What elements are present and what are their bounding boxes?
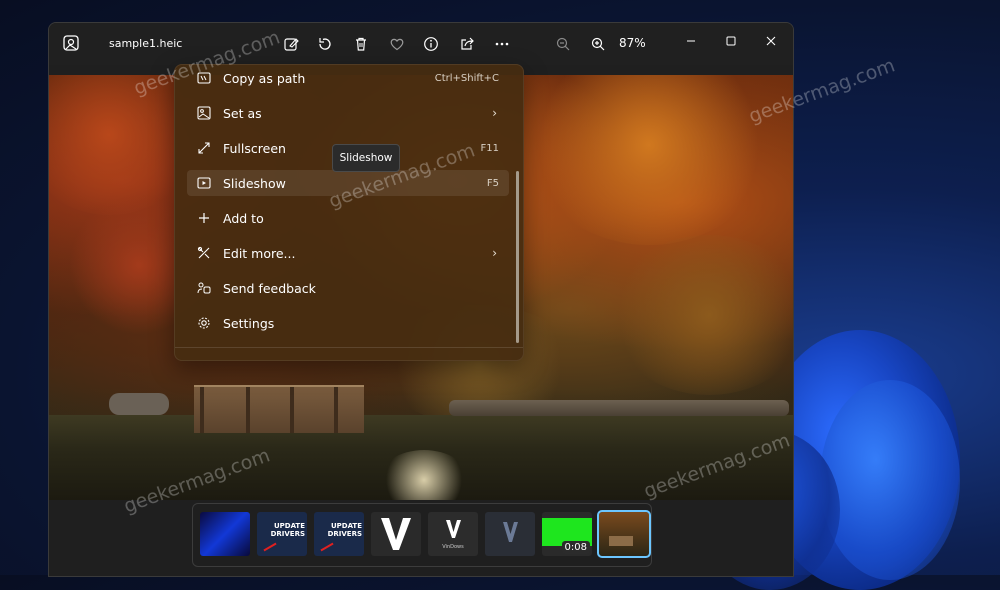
rotate-icon[interactable] — [313, 33, 337, 55]
shore-rocks — [109, 393, 169, 415]
fullscreen-icon — [195, 139, 213, 157]
edit-image-icon[interactable] — [279, 33, 303, 55]
filmstrip-thumb[interactable] — [200, 512, 250, 556]
slideshow-icon — [195, 174, 213, 192]
menu-item-label: Add to — [223, 210, 264, 226]
copy-path-icon — [195, 69, 213, 87]
context-menu: Copy as path Ctrl+Shift+C Set as › Fulls… — [174, 64, 524, 361]
filmstrip-thumb[interactable]: VinDows — [428, 512, 478, 556]
menu-item-send-feedback[interactable]: Send feedback — [187, 275, 509, 301]
filmstrip-thumb[interactable] — [485, 512, 535, 556]
tooltip: Slideshow — [332, 144, 400, 172]
v-logo-icon — [381, 518, 411, 550]
menu-scrollbar[interactable] — [516, 171, 519, 343]
menu-item-shortcut: F11 — [480, 142, 499, 154]
filmstrip: UPDATE DRIVERS UPDATE DRIVERS VinDows 0:… — [192, 503, 652, 567]
photos-app-icon — [61, 33, 81, 53]
menu-item-set-as[interactable]: Set as › — [187, 100, 509, 126]
desktop-wallpaper-bloom — [820, 380, 960, 580]
filmstrip-thumb-selected[interactable] — [597, 510, 651, 558]
wooden-dock — [194, 385, 364, 433]
zoom-in-icon[interactable] — [586, 33, 610, 55]
menu-item-label: Slideshow — [223, 175, 286, 191]
filmstrip-thumb[interactable]: UPDATE DRIVERS — [314, 512, 364, 556]
menu-item-label: Copy as path — [223, 70, 306, 86]
menu-item-copy-as-path[interactable]: Copy as path Ctrl+Shift+C — [187, 65, 509, 91]
filmstrip-thumb[interactable] — [371, 512, 421, 556]
chevron-right-icon: › — [492, 106, 497, 120]
gear-icon — [195, 314, 213, 332]
close-button[interactable] — [756, 29, 786, 53]
file-name: sample1.heic — [109, 37, 183, 50]
set-as-icon — [195, 104, 213, 122]
title-bar: sample1.heic 87% — [49, 23, 793, 65]
menu-item-label: Send feedback — [223, 280, 316, 296]
menu-item-slideshow[interactable]: Slideshow F5 — [187, 170, 509, 196]
share-icon[interactable] — [455, 33, 479, 55]
filmstrip-thumb-video[interactable]: 0:08 — [542, 512, 592, 556]
menu-item-edit-more[interactable]: Edit more... › — [187, 240, 509, 266]
shore-rocks — [449, 400, 789, 416]
menu-item-shortcut: F5 — [486, 177, 499, 189]
menu-item-label: Set as — [223, 105, 262, 121]
menu-item-shortcut: Ctrl+Shift+C — [434, 72, 499, 84]
filmstrip-thumb[interactable]: UPDATE DRIVERS — [257, 512, 307, 556]
menu-divider — [175, 347, 523, 348]
menu-item-label: Settings — [223, 315, 275, 331]
favorite-icon[interactable] — [385, 33, 409, 55]
video-duration-badge: 0:08 — [561, 541, 590, 554]
chevron-right-icon: › — [492, 246, 497, 260]
menu-item-label: Fullscreen — [223, 140, 286, 156]
menu-item-settings[interactable]: Settings — [187, 310, 509, 336]
minimize-button[interactable] — [676, 29, 706, 53]
more-icon[interactable] — [490, 33, 514, 55]
thumb-label: VinDows — [442, 544, 464, 550]
edit-more-icon — [195, 244, 213, 262]
menu-item-add-to[interactable]: Add to — [187, 205, 509, 231]
info-icon[interactable] — [419, 33, 443, 55]
thumb-label: UPDATE DRIVERS — [327, 522, 362, 538]
plus-icon — [195, 209, 213, 227]
menu-item-label: Edit more... — [223, 245, 296, 261]
thumb-label: UPDATE DRIVERS — [270, 522, 305, 538]
zoom-out-icon[interactable] — [551, 33, 575, 55]
zoom-level[interactable]: 87% — [619, 36, 659, 50]
v-logo-icon — [503, 522, 518, 542]
maximize-button[interactable] — [716, 29, 746, 53]
delete-icon[interactable] — [349, 33, 373, 55]
feedback-icon — [195, 279, 213, 297]
